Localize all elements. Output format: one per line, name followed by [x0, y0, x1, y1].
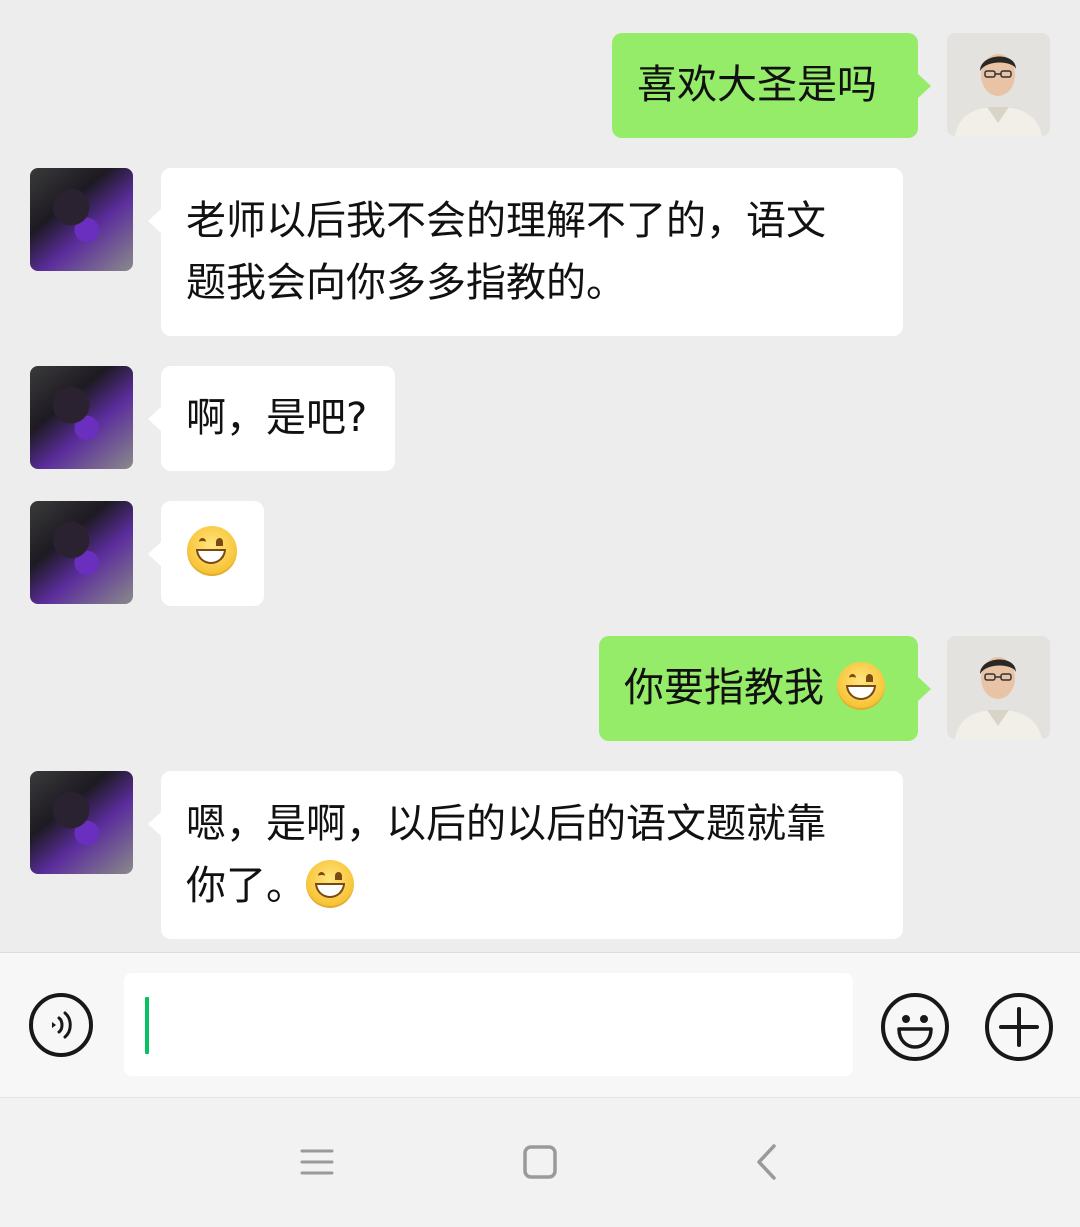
text-cursor	[145, 997, 149, 1054]
grinning-face-emoji	[836, 662, 885, 710]
plus-icon	[999, 1007, 1039, 1047]
message-bubble-other[interactable]	[148, 501, 264, 606]
input-bar	[0, 952, 1080, 1097]
voice-input-button[interactable]	[29, 993, 93, 1057]
contact-avatar[interactable]	[30, 771, 133, 874]
message-text-line: 题我会向你多多指教的。	[186, 260, 626, 306]
message-input[interactable]	[124, 973, 853, 1076]
emoji-button[interactable]	[881, 993, 949, 1061]
contact-avatar[interactable]	[30, 501, 133, 604]
message-bubble-other[interactable]: 嗯，是啊，以后的以后的语文题就靠 你了。	[148, 771, 903, 939]
message-text: 你了。	[186, 863, 306, 909]
grinning-face-emoji	[187, 526, 237, 576]
contact-avatar[interactable]	[30, 366, 133, 469]
message-text: 你要指教我	[624, 665, 824, 711]
message-bubble-other[interactable]: 老师以后我不会的理解不了的，语文 题我会向你多多指教的。	[148, 168, 903, 336]
more-options-button[interactable]	[985, 993, 1053, 1061]
message-text-line: 嗯，是啊，以后的以后的语文题就靠	[186, 801, 826, 847]
emoji-icon	[897, 1015, 933, 1049]
self-avatar-image	[947, 636, 1050, 739]
back-icon	[757, 1144, 776, 1180]
message-text: 啊，是吧?	[186, 395, 368, 441]
voice-input-icon	[52, 1011, 72, 1039]
contact-avatar[interactable]	[30, 168, 133, 271]
self-avatar-image	[947, 33, 1050, 136]
message-text: 喜欢大圣是吗	[637, 62, 877, 108]
home-icon	[523, 1145, 557, 1179]
menu-button[interactable]	[299, 1146, 335, 1178]
message-bubble-self[interactable]: 你要指教我	[599, 636, 931, 741]
system-navigation-bar	[0, 1097, 1080, 1227]
chat-area: 喜欢大圣是吗 老师以后我不会的理解不了的，语文 题我会向你多多指教的。 啊，是吧…	[0, 0, 1080, 952]
back-button[interactable]	[752, 1142, 782, 1182]
message-bubble-self[interactable]: 喜欢大圣是吗	[612, 33, 931, 138]
message-text-line: 老师以后我不会的理解不了的，语文	[186, 198, 826, 244]
message-bubble-other[interactable]: 啊，是吧?	[148, 366, 395, 471]
message-text-line: 你了。	[186, 855, 878, 917]
home-button[interactable]	[522, 1144, 558, 1180]
grinning-face-emoji	[306, 860, 354, 908]
self-avatar[interactable]	[947, 636, 1050, 739]
self-avatar[interactable]	[947, 33, 1050, 136]
menu-icon	[300, 1149, 334, 1175]
